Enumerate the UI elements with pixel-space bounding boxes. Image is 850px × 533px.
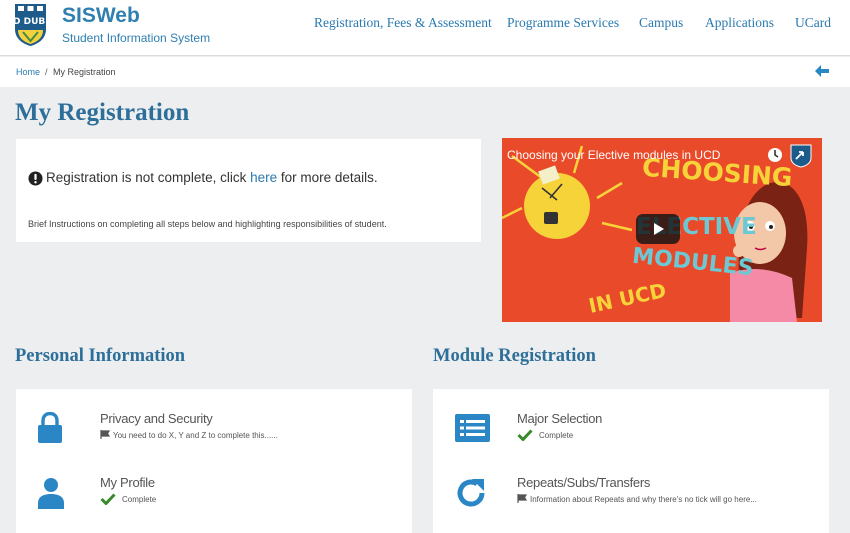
- video-title[interactable]: Choosing your Elective modules in UCD: [507, 148, 720, 162]
- breadcrumb: Home / My Registration: [0, 57, 850, 87]
- app-title[interactable]: SISWeb: [62, 4, 140, 28]
- notice-text-before: Registration is not complete, click: [46, 170, 251, 185]
- logo-text: UCD DUBLIN: [14, 17, 47, 27]
- module-registration-card: Major Selection Complete Repeats/Subs/Tr…: [433, 389, 829, 533]
- page-title: My Registration: [15, 99, 190, 126]
- app-subtitle: Student Information System: [62, 31, 211, 45]
- brief-instructions-text: Brief Instructions on completing all ste…: [28, 219, 387, 229]
- breadcrumb-home-link[interactable]: Home: [16, 67, 40, 77]
- nav-campus[interactable]: Campus: [639, 15, 683, 31]
- check-icon: [100, 493, 116, 505]
- top-bar: UCD DUBLIN SISWeb Student Information Sy…: [0, 0, 850, 56]
- play-button[interactable]: [636, 214, 680, 244]
- list-icon[interactable]: [454, 413, 491, 443]
- privacy-status: You need to do X, Y and Z to complete th…: [100, 430, 278, 440]
- module-registration-heading: Module Registration: [433, 346, 596, 366]
- major-selection-status-text: Complete: [539, 431, 574, 440]
- exclamation-circle-icon: [28, 171, 43, 186]
- personal-information-card: Privacy and Security You need to do X, Y…: [16, 389, 412, 533]
- nav-ucard[interactable]: UCard: [795, 15, 831, 31]
- nav-registration-fees-assessment[interactable]: Registration, Fees & Assessment: [314, 15, 492, 31]
- notice-text: Registration is not complete, click here…: [46, 170, 378, 185]
- channel-logo-icon[interactable]: [790, 144, 812, 168]
- major-selection-status: Complete: [517, 429, 573, 441]
- privacy-and-security-link[interactable]: Privacy and Security: [100, 411, 213, 426]
- refresh-icon[interactable]: [455, 477, 487, 509]
- privacy-status-text: You need to do X, Y and Z to complete th…: [113, 431, 278, 440]
- repeats-status-text: Information about Repeats and why there'…: [530, 495, 757, 504]
- breadcrumb-current: My Registration: [53, 67, 116, 77]
- breadcrumb-separator: /: [45, 67, 48, 77]
- notice-here-link[interactable]: here: [250, 170, 277, 185]
- registration-notice-card: Registration is not complete, click here…: [16, 139, 481, 242]
- nav-applications[interactable]: Applications: [705, 15, 774, 31]
- repeats-subs-transfers-link[interactable]: Repeats/Subs/Transfers: [517, 475, 650, 490]
- check-icon: [517, 429, 533, 441]
- repeats-status: Information about Repeats and why there'…: [517, 494, 757, 504]
- video-player[interactable]: CHOOSING ELECTIVE MODULES IN UCD Choosin…: [502, 138, 822, 322]
- profile-status: Complete: [100, 493, 156, 505]
- notice-text-after: for more details.: [277, 170, 378, 185]
- personal-information-heading: Personal Information: [15, 346, 186, 366]
- my-profile-link[interactable]: My Profile: [100, 475, 155, 490]
- nav-programme-services[interactable]: Programme Services: [507, 15, 619, 31]
- ucd-crest-logo[interactable]: UCD DUBLIN: [14, 3, 47, 47]
- flag-icon: [517, 494, 527, 503]
- back-arrow-icon[interactable]: [814, 64, 830, 78]
- user-icon[interactable]: [38, 477, 64, 509]
- watch-later-icon[interactable]: [767, 147, 783, 163]
- flag-icon: [100, 430, 110, 439]
- play-icon: [654, 223, 664, 235]
- lock-icon[interactable]: [37, 412, 63, 444]
- major-selection-link[interactable]: Major Selection: [517, 411, 602, 426]
- profile-status-text: Complete: [122, 495, 157, 504]
